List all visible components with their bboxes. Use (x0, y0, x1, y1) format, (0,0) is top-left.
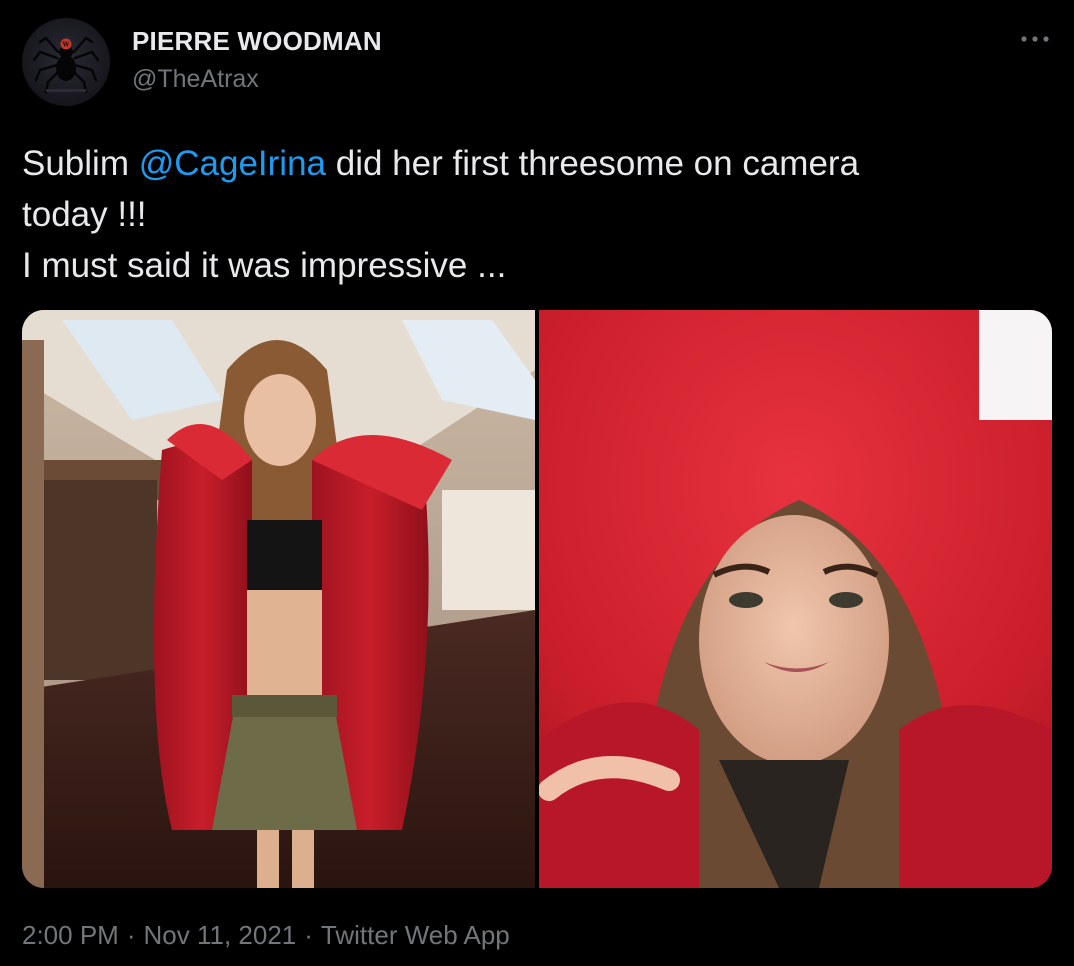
tweet: W PIERRE WOODMAN @TheAtrax Sublim @CageI… (0, 0, 1074, 966)
avatar[interactable]: W (22, 18, 110, 106)
tweet-date-link[interactable]: Nov 11, 2021 (144, 920, 297, 950)
tweet-media (22, 310, 1052, 888)
tweet-source-link[interactable]: Twitter Web App (321, 920, 510, 950)
tweet-time-link[interactable]: 2:00 PM (22, 920, 119, 950)
meta-separator: · (126, 920, 136, 950)
tweet-meta: 2:00 PM · Nov 11, 2021 · Twitter Web App (22, 920, 510, 951)
tweet-text: Sublim @CageIrina did her first threesom… (22, 138, 1042, 291)
tweet-text-line-1: Sublim @CageIrina did her first threesom… (22, 138, 1042, 189)
spider-logo-icon: W (32, 36, 100, 94)
meta-separator: · (304, 920, 313, 950)
author-block: PIERRE WOODMAN @TheAtrax (132, 26, 382, 94)
author-handle[interactable]: @TheAtrax (132, 65, 382, 94)
photo-left[interactable] (22, 310, 535, 888)
photo-woman-red-fur-hood-closeup (539, 310, 1052, 888)
tweet-text-line1-suffix: did her first threesome on camera (326, 144, 860, 183)
tweet-text-line-3: I must said it was impressive ... (22, 246, 507, 285)
mention-link[interactable]: @CageIrina (139, 144, 326, 183)
tweet-text-line-2: today !!! (22, 195, 147, 234)
svg-text:W: W (62, 42, 70, 49)
more-options-button[interactable] (1018, 26, 1052, 52)
author-display-name[interactable]: PIERRE WOODMAN (132, 26, 382, 57)
tweet-text-prefix: Sublim (22, 144, 139, 183)
more-horizontal-icon (1021, 36, 1049, 42)
photo-woman-red-parka-full-body (22, 310, 535, 888)
photo-right[interactable] (539, 310, 1052, 888)
